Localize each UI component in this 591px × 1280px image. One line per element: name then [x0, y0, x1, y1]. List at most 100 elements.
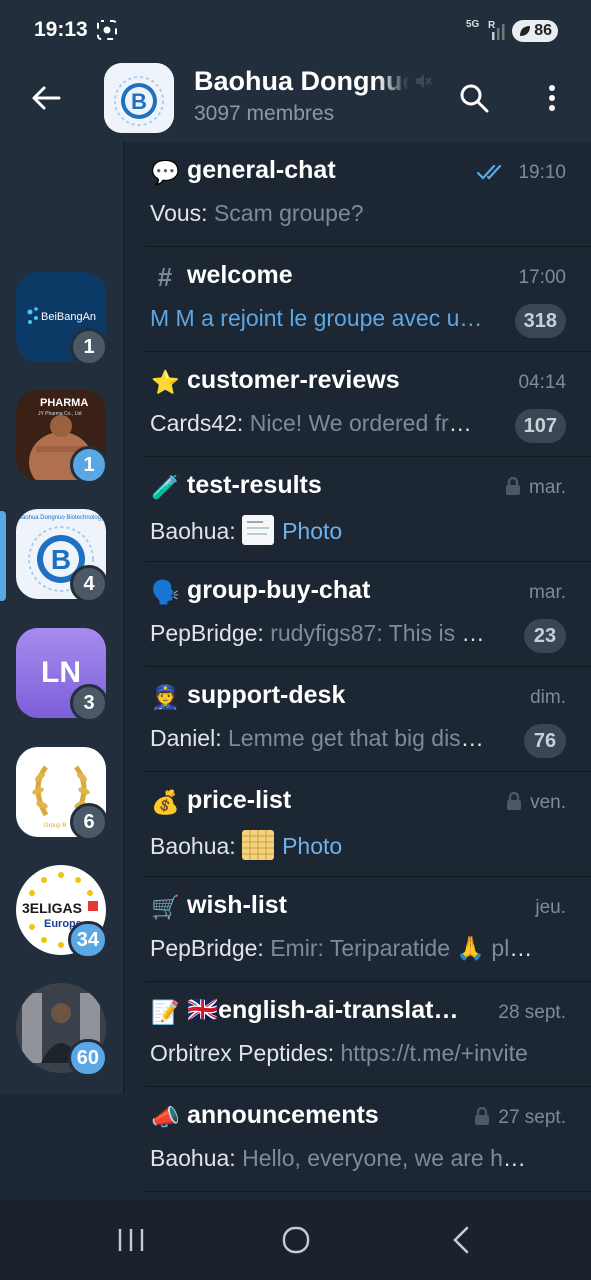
more-options-button[interactable]	[530, 76, 574, 120]
message-text: rudyfigs87: This is a great	[270, 620, 490, 646]
sidebar-item-baohua[interactable]: Baohua Dongnuo Biotechnology B 4	[16, 509, 108, 603]
topic-title: support-desk	[187, 681, 346, 709]
system-back-button[interactable]	[436, 1220, 486, 1260]
sidebar-item-photo-group[interactable]: 60	[16, 983, 108, 1077]
mute-icon	[416, 74, 432, 88]
battery-level: 86	[534, 22, 552, 39]
topic-title: general-chat	[187, 156, 336, 184]
topic-time: 19:10	[476, 162, 566, 184]
chat-header: B Baohua Dongnuo Biotechnology 3097 memb…	[0, 60, 591, 142]
topic-support-desk[interactable]: 👮 support-desk dim. Daniel: Lemme get th…	[125, 667, 591, 772]
topic-customer-reviews[interactable]: ⭐ customer-reviews 04:14 Cards42: Nice! …	[125, 352, 591, 457]
topic-time: dim.	[530, 687, 566, 708]
shopping-cart-icon: 🛒	[151, 894, 180, 920]
unread-badge: 1	[70, 328, 108, 366]
sidebar-item-jy-pharma[interactable]: PHARMA JY Pharma Co., Ltd 1	[16, 390, 108, 484]
document-thumbnail-icon	[242, 515, 275, 545]
megaphone-icon: 📣	[151, 1104, 180, 1130]
battery-saver-icon	[520, 26, 530, 36]
topic-title: customer-reviews	[187, 366, 400, 394]
recent-apps-button[interactable]	[106, 1220, 156, 1260]
active-indicator	[0, 511, 6, 601]
group-title: Baohua Dongnuo Biotechnology	[194, 66, 409, 96]
arrow-left-icon	[32, 86, 61, 110]
topic-preview: PepBridge: Emir: Teriparatide 🙏 please	[150, 935, 545, 962]
message-text: Emir: Teriparatide 🙏 please	[270, 935, 545, 961]
unread-badge: 1	[70, 446, 108, 484]
topic-title: group-buy-chat	[187, 576, 371, 604]
sidebar-item-ln[interactable]: LN 3	[16, 628, 108, 722]
network-type: 5G	[466, 19, 480, 30]
chevron-left-icon	[453, 1226, 469, 1254]
topic-price-list[interactable]: 💰 price-list ven. Baohua: Photo	[125, 772, 591, 877]
back-button[interactable]	[24, 76, 68, 120]
search-icon	[460, 84, 489, 113]
topic-general-chat[interactable]: 💬 general-chat 19:10 Vous: Scam groupe?	[125, 142, 591, 247]
message-sender: Orbitrex Peptides:	[150, 1040, 335, 1066]
sidebar-label: Group B	[44, 823, 66, 829]
unread-badge: 60	[67, 1039, 108, 1077]
lock-icon	[506, 477, 521, 495]
topic-welcome[interactable]: # welcome 17:00 M M a rejoint le groupe …	[125, 247, 591, 352]
photo-label: Photo	[282, 833, 343, 859]
topic-time: mar.	[529, 582, 566, 603]
double-check-icon	[477, 164, 502, 180]
member-count: 3097 membres	[194, 102, 335, 125]
topic-title: 🇬🇧english-ai-translation	[187, 996, 459, 1024]
svg-text:B: B	[51, 544, 71, 575]
topic-preview: Baohua: Hello, everyone, we are happy	[150, 1145, 535, 1172]
message-sender: PepBridge:	[150, 935, 264, 961]
sidebar-item-beibangan[interactable]: BeiBangAn 1	[16, 272, 108, 366]
memo-icon: 📝	[151, 999, 180, 1025]
message-text: Scam groupe?	[213, 200, 364, 226]
hashtag-icon: #	[157, 262, 173, 292]
search-button[interactable]	[452, 76, 496, 120]
price-table-thumbnail-icon	[242, 830, 275, 860]
unread-count: 318	[514, 304, 566, 338]
money-bag-icon: 💰	[151, 789, 180, 815]
topic-time: mar.	[505, 477, 566, 499]
home-button[interactable]	[271, 1220, 321, 1260]
status-bar: 19:13 5G R 86	[0, 0, 591, 60]
topic-announcements[interactable]: 📣 announcements 27 sept. Baohua: Hello, …	[125, 1087, 591, 1192]
unread-count: 23	[524, 619, 566, 653]
topic-test-results[interactable]: 🧪 test-results mar. Baohua: Photo	[125, 457, 591, 562]
more-vertical-icon	[549, 85, 555, 111]
recent-apps-icon	[118, 1229, 144, 1251]
photo-label: Photo	[282, 518, 343, 544]
message-sender: Daniel:	[150, 725, 222, 751]
topic-time: jeu.	[535, 897, 566, 918]
topic-group-buy-chat[interactable]: 🗣️ group-buy-chat mar. PepBridge: rudyfi…	[125, 562, 591, 667]
topic-title: welcome	[187, 261, 293, 289]
topic-time: 17:00	[518, 267, 566, 288]
sidebar-item-group[interactable]: Group B 6	[16, 747, 108, 841]
battery-indicator: 86	[512, 20, 558, 42]
topic-wish-list[interactable]: 🛒 wish-list jeu. PepBridge: Emir: Teripa…	[125, 877, 591, 982]
group-avatar[interactable]: B	[104, 63, 174, 133]
test-tube-icon: 🧪	[151, 474, 180, 500]
lock-icon	[507, 792, 522, 810]
topic-time: 27 sept.	[474, 1107, 566, 1129]
topic-preview: Baohua: Photo	[150, 830, 520, 860]
sidebar-label: BeiBangAn	[41, 311, 96, 323]
topic-list: 💬 general-chat 19:10 Vous: Scam groupe? …	[125, 142, 591, 1200]
topic-preview: Daniel: Lemme get that big discount	[150, 725, 490, 752]
sidebar-item-3eligas[interactable]: 3ELIGAS Europe 34	[16, 865, 108, 959]
topic-time: 04:14	[518, 372, 566, 393]
topic-preview: PepBridge: rudyfigs87: This is a great	[150, 620, 490, 647]
topic-english-ai-translation[interactable]: 📝 🇬🇧english-ai-translation 28 sept. Orbi…	[125, 982, 591, 1087]
unread-badge: 34	[67, 921, 108, 959]
message-text: Hello, everyone, we are happy	[242, 1145, 535, 1171]
svg-text:B: B	[131, 89, 147, 114]
unread-badge: 3	[70, 684, 108, 722]
signal-icon	[492, 24, 505, 40]
topic-title: price-list	[187, 786, 292, 814]
topic-preview: Baohua: Photo	[150, 515, 520, 545]
sidebar-label: 3ELIGAS	[22, 900, 82, 916]
unread-badge: 4	[70, 565, 108, 603]
topic-time: ven.	[506, 792, 566, 814]
sidebar-label: PHARMA	[40, 397, 88, 409]
speech-bubble-icon: 💬	[151, 159, 180, 185]
police-officer-icon: 👮	[151, 684, 180, 710]
message-sender: Baohua:	[150, 1145, 236, 1171]
